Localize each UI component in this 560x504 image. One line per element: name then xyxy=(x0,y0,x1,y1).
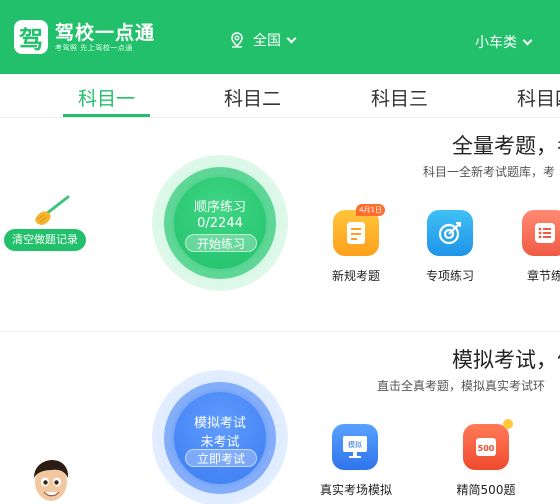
list-glyph xyxy=(535,223,555,243)
tab-subject-3[interactable]: 科目三 xyxy=(371,84,428,111)
target-icon xyxy=(427,210,473,256)
star-badge-icon xyxy=(503,419,513,429)
active-tab-indicator xyxy=(63,114,150,117)
location-label: 全国 xyxy=(253,33,281,49)
logo-icon[interactable]: 驾 xyxy=(14,20,48,54)
feature-new-rules[interactable]: 4月1日 新规考题 xyxy=(321,204,391,284)
car-type-label: 小车类 xyxy=(475,35,517,51)
tab-subject-1[interactable]: 科目一 xyxy=(78,84,135,111)
practice-title: 顺序练习 xyxy=(193,200,246,215)
new-rules-badge: 4月1日 xyxy=(356,204,385,216)
app-slogan: 考驾照 先上驾校一点通 xyxy=(55,44,133,52)
document-icon: 4月1日 xyxy=(333,204,385,256)
feature-label: 真实考场模拟 xyxy=(320,483,393,497)
section-title-mock-exam: 模拟考试，仿 xyxy=(452,348,560,372)
subject-tabs: 科目一 科目二 科目三 科目四 xyxy=(0,74,560,118)
practice-progress: 0/2244 xyxy=(197,216,243,231)
feature-label: 专项练习 xyxy=(425,269,474,283)
clear-records-button[interactable]: 清空做题记录 xyxy=(4,229,86,251)
target-glyph xyxy=(438,222,461,245)
document-glyph xyxy=(347,222,365,244)
location-selector[interactable]: 全国 xyxy=(230,30,297,50)
location-pin-icon xyxy=(231,32,243,48)
feature-label: 精简500题 xyxy=(456,483,516,497)
book-500-glyph: 500 xyxy=(476,438,496,456)
feature-special-practice[interactable]: 专项练习 xyxy=(415,210,485,284)
tab-subject-2[interactable]: 科目二 xyxy=(224,84,281,111)
feature-label: 章节练 xyxy=(526,269,560,283)
book-500-icon: 500 xyxy=(463,419,513,470)
feature-chapter-practice[interactable]: 章节练 xyxy=(510,210,560,284)
mock-exam-title: 模拟考试 xyxy=(193,416,246,431)
start-exam-button[interactable]: 立即考试 xyxy=(185,449,257,467)
broom-icon xyxy=(35,195,70,225)
start-practice-button[interactable]: 开始练习 xyxy=(185,234,257,252)
cartoon-avatar-icon xyxy=(34,460,69,501)
tab-subject-4[interactable]: 科目四 xyxy=(517,84,560,111)
feature-concise-500[interactable]: 500 精简500题 xyxy=(451,419,521,498)
svg-text:500: 500 xyxy=(478,444,495,453)
car-type-selector[interactable]: 小车类 xyxy=(475,32,533,52)
mock-exam-status: 未考试 xyxy=(200,435,240,450)
section-subtitle-practice: 科目一全新考试题库，考 xyxy=(423,165,556,179)
svg-text:模拟: 模拟 xyxy=(348,440,362,449)
list-icon xyxy=(522,210,560,256)
app-name[interactable]: 驾校一点通 xyxy=(55,18,155,45)
feature-real-exam-sim[interactable]: 模拟 真实考场模拟 xyxy=(320,424,393,498)
section-subtitle-mock-exam: 直击全真考题，模拟真实考试环 xyxy=(377,379,546,393)
monitor-icon: 模拟 xyxy=(332,424,378,470)
feature-label: 新规考题 xyxy=(331,269,380,283)
app-header: 驾 驾校一点通 考驾照 先上驾校一点通 全国 小车类 xyxy=(0,0,560,74)
section-title-practice: 全量考题，考 xyxy=(452,134,560,158)
monitor-glyph: 模拟 xyxy=(343,436,367,458)
chevron-down-icon xyxy=(286,33,297,43)
section-divider xyxy=(0,331,560,332)
chevron-down-icon xyxy=(522,35,533,45)
